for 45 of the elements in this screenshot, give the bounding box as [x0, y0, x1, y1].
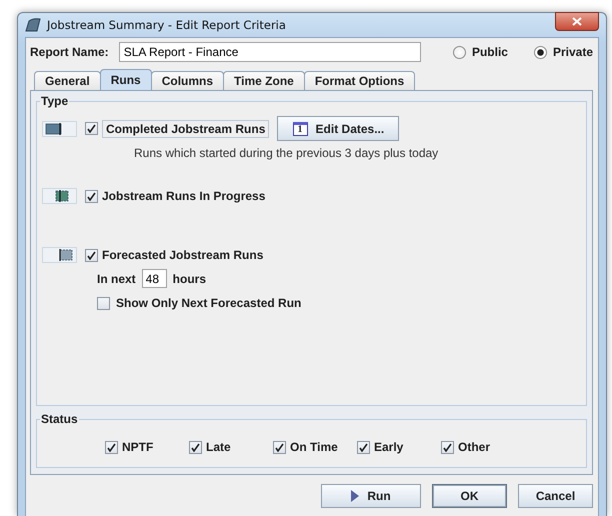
- tab[interactable]: General: [34, 71, 101, 90]
- checkbox-row[interactable]: Forecasted Jobstream Runs: [85, 248, 264, 262]
- ok-button[interactable]: OK: [432, 484, 507, 508]
- group-title: Type: [40, 94, 70, 108]
- report-name-field[interactable]: SLA Report - Finance: [118, 42, 421, 62]
- checkbox[interactable]: [97, 296, 110, 310]
- checkbox[interactable]: [441, 440, 454, 454]
- checkbox-row[interactable]: Late: [189, 440, 273, 454]
- app-icon: [25, 18, 41, 32]
- in-next-label: In next: [97, 272, 136, 286]
- close-icon: [572, 16, 582, 26]
- cancel-button[interactable]: Cancel: [518, 484, 593, 508]
- radio-button[interactable]: Public: [452, 45, 508, 59]
- run-bar-icon: [42, 247, 77, 263]
- description-text: Runs which started during the previous 3 days plus today: [134, 146, 440, 160]
- checkbox-row[interactable]: On Time: [273, 440, 357, 454]
- group-title: Status: [40, 412, 79, 426]
- checkbox[interactable]: [189, 440, 202, 454]
- checkbox-row[interactable]: NPTF: [105, 440, 189, 454]
- checkbox[interactable]: [105, 440, 118, 454]
- hours-field[interactable]: 48: [142, 269, 167, 288]
- checkbox[interactable]: [85, 248, 98, 262]
- tab[interactable]: Columns: [150, 71, 224, 90]
- checkbox-row[interactable]: Jobstream Runs In Progress: [85, 189, 266, 203]
- edit-dates-button[interactable]: 1 Edit Dates...: [277, 116, 400, 141]
- checkbox-row[interactable]: Early: [357, 440, 441, 454]
- report-name-label: Report Name:: [30, 45, 109, 59]
- tab[interactable]: Runs: [100, 69, 152, 90]
- hours-label: hours: [172, 272, 206, 286]
- checkbox[interactable]: [273, 440, 286, 454]
- window-title: Jobstream Summary - Edit Report Criteria: [47, 18, 287, 32]
- play-icon: [351, 490, 360, 502]
- checkbox[interactable]: [85, 122, 98, 135]
- radio-button[interactable]: Private: [534, 45, 593, 59]
- close-button[interactable]: [555, 12, 599, 30]
- calendar-icon: 1: [292, 122, 308, 136]
- run-bar-icon: [42, 188, 77, 204]
- checkbox-row[interactable]: Show Only Next Forecasted Run: [97, 296, 580, 310]
- checkbox[interactable]: [357, 440, 370, 454]
- run-bar-icon: [42, 120, 77, 136]
- checkbox-row[interactable]: Other: [441, 440, 525, 454]
- tab[interactable]: Time Zone: [223, 71, 305, 90]
- run-button[interactable]: Run: [321, 484, 421, 508]
- tab[interactable]: Format Options: [304, 71, 416, 90]
- checkbox[interactable]: [85, 190, 98, 202]
